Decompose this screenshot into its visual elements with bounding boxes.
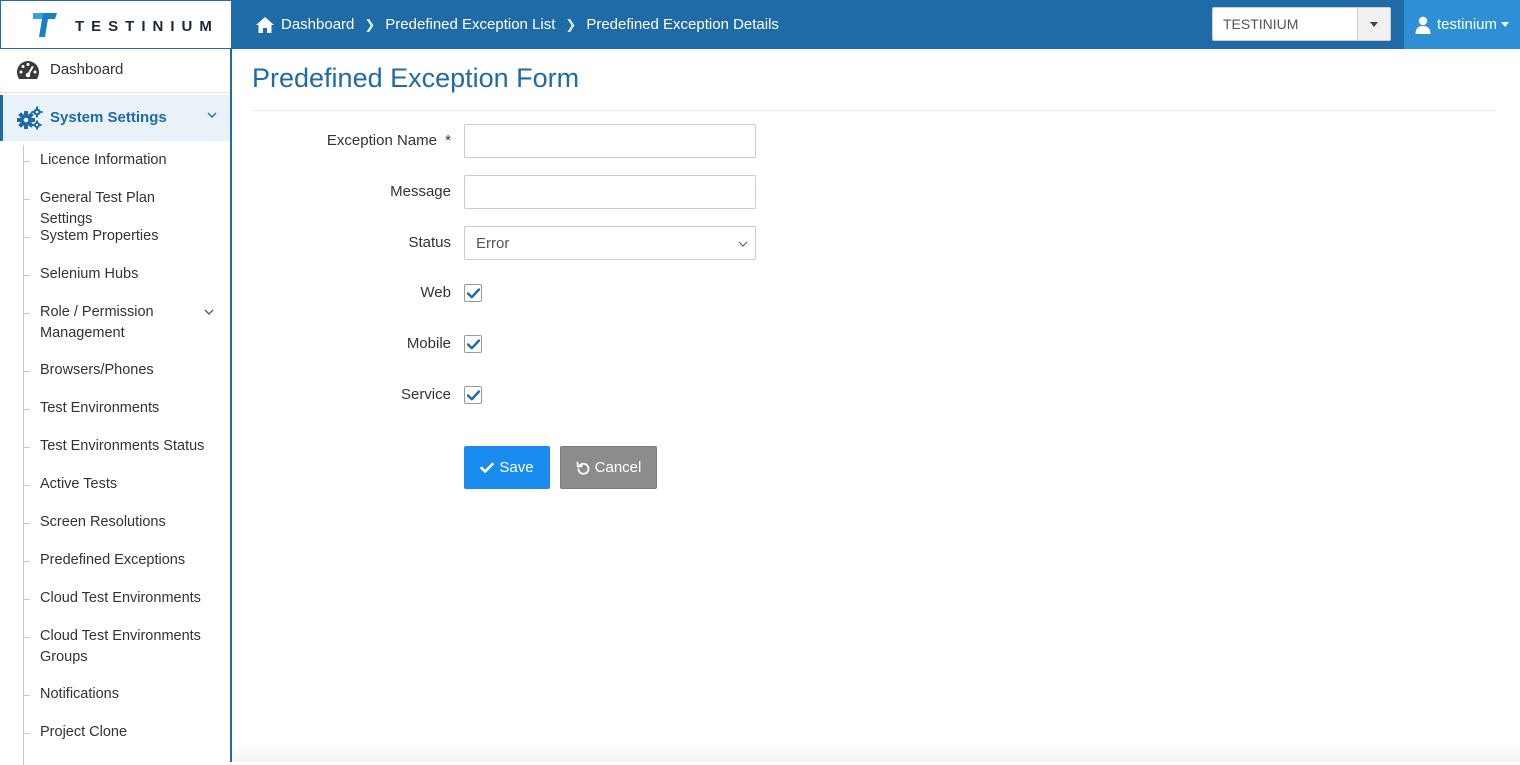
tree-connector (23, 447, 30, 448)
message-label: Message (390, 183, 451, 200)
exception-name-input[interactable] (464, 124, 756, 158)
sidebar-item-predefined-exceptions[interactable]: Predefined Exceptions (40, 550, 210, 571)
user-menu[interactable]: testinium (1404, 0, 1520, 49)
sidebar-item-label: Dashboard (50, 61, 124, 78)
breadcrumb-current: Predefined Exception Details (586, 16, 779, 33)
tree-connector (23, 485, 30, 486)
home-icon[interactable] (255, 16, 275, 34)
sidebar-item-browsers-phones[interactable]: Browsers/Phones (40, 360, 210, 381)
tree-connector (23, 523, 30, 524)
cancel-button[interactable]: Cancel (560, 446, 657, 489)
tree-connector (23, 237, 30, 238)
dashboard-gauge-icon (17, 61, 39, 79)
sidebar: Dashboard System Settings Licence Inform… (0, 49, 232, 765)
save-button-label: Save (499, 459, 534, 476)
tree-connector (23, 275, 30, 276)
tree-connector (23, 561, 30, 562)
tree-connector (23, 599, 30, 600)
status-label: Status (408, 234, 451, 251)
checkmark-icon (466, 287, 480, 298)
sidebar-item-test-environments-status[interactable]: Test Environments Status (40, 436, 210, 457)
username: testinium (1436, 16, 1498, 33)
chevron-down-icon[interactable] (204, 307, 214, 317)
tree-connector (23, 733, 30, 734)
breadcrumb: Dashboard ❯ Predefined Exception List ❯ … (255, 0, 779, 49)
testinium-logo-icon (33, 13, 57, 37)
logo[interactable]: TESTINIUM (1, 1, 231, 48)
company-select-value: TESTINIUM (1223, 16, 1299, 32)
user-icon (1415, 16, 1431, 34)
sidebar-item-system-settings[interactable]: System Settings (0, 95, 230, 141)
exception-name-label-text: Exception Name (326, 132, 437, 149)
sidebar-item-cloud-test-environments[interactable]: Cloud Test Environments (40, 588, 210, 609)
breadcrumb-dashboard[interactable]: Dashboard (281, 16, 354, 33)
tree-line (23, 145, 24, 765)
sidebar-item-test-environments[interactable]: Test Environments (40, 398, 210, 419)
sidebar-item-cloud-test-environments-groups[interactable]: Cloud Test Environments Groups (40, 626, 210, 668)
checkmark-icon (466, 338, 480, 349)
service-checkbox[interactable] (464, 386, 482, 404)
check-icon (480, 462, 495, 473)
exception-name-label: Exception Name * (327, 132, 451, 149)
web-checkbox[interactable] (464, 284, 482, 302)
logo-text: TESTINIUM (75, 18, 219, 35)
undo-icon (576, 461, 589, 475)
required-mark: * (445, 132, 451, 149)
tree-connector (23, 695, 30, 696)
main-content: Predefined Exception Form Exception Name… (232, 49, 1520, 762)
mobile-checkbox[interactable] (464, 335, 482, 353)
web-label: Web (420, 284, 451, 301)
sidebar-item-notifications[interactable]: Notifications (40, 684, 210, 705)
bottom-shade (232, 742, 1520, 762)
tree-connector (23, 161, 30, 162)
chevron-right-icon: ❯ (565, 16, 577, 32)
sidebar-item-active-tests[interactable]: Active Tests (40, 474, 210, 495)
chevron-down-icon (207, 112, 217, 118)
company-select[interactable]: TESTINIUM (1212, 7, 1391, 41)
company-select-toggle[interactable] (1357, 8, 1390, 40)
checkmark-icon (466, 389, 480, 400)
sidebar-item-screen-resolutions[interactable]: Screen Resolutions (40, 512, 210, 533)
chevron-down-icon (738, 241, 748, 247)
save-button[interactable]: Save (464, 446, 550, 489)
page-title: Predefined Exception Form (252, 63, 580, 93)
cogs-icon (17, 106, 43, 130)
status-select[interactable]: Error (464, 226, 756, 260)
sidebar-item-system-properties[interactable]: System Properties (40, 226, 210, 247)
sidebar-item-licence-information[interactable]: Licence Information (40, 150, 210, 171)
cancel-button-label: Cancel (594, 459, 642, 476)
sidebar-item-label: System Settings (50, 109, 167, 126)
caret-down-icon (1501, 22, 1510, 27)
sidebar-item-project-clone[interactable]: Project Clone (40, 722, 210, 743)
tree-connector (23, 199, 30, 200)
sidebar-item-selenium-hubs[interactable]: Selenium Hubs (40, 264, 210, 285)
caret-down-icon (1370, 21, 1378, 27)
sidebar-item-role-permission-management[interactable]: Role / Permission Management (40, 302, 190, 344)
divider (252, 110, 1496, 111)
mobile-label: Mobile (406, 335, 451, 352)
service-label: Service (400, 386, 451, 403)
sidebar-item-general-test-plan-settings[interactable]: General Test Plan Settings (40, 188, 210, 230)
chevron-right-icon: ❯ (364, 16, 376, 32)
tree-connector (23, 637, 30, 638)
tree-connector (23, 313, 30, 314)
top-navbar: TESTINIUM Dashboard ❯ Predefined Excepti… (0, 0, 1520, 49)
sidebar-item-dashboard[interactable]: Dashboard (0, 49, 230, 93)
tree-connector (23, 409, 30, 410)
status-select-value: Error (476, 234, 510, 252)
breadcrumb-predefined-exception-list[interactable]: Predefined Exception List (385, 16, 555, 33)
message-input[interactable] (464, 175, 756, 209)
tree-connector (23, 371, 30, 372)
